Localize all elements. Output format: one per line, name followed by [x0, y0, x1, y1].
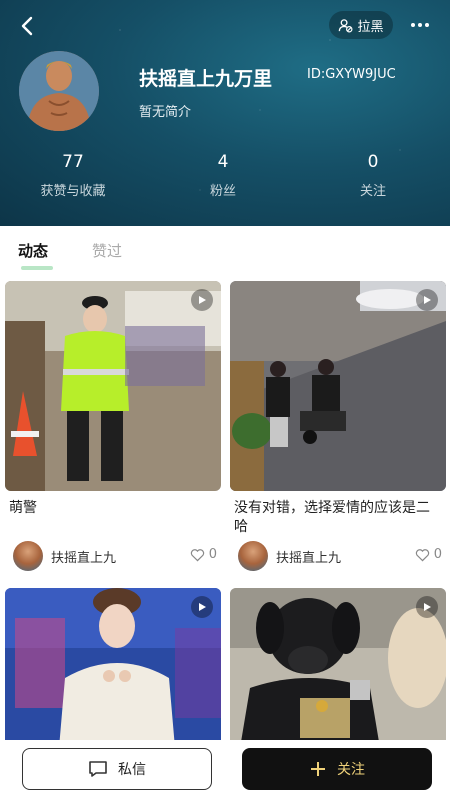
- bottom-action-bar: 私信 关注: [0, 740, 450, 800]
- stat-label: 获赞与收藏: [40, 184, 106, 199]
- private-message-button[interactable]: 私信: [22, 748, 212, 790]
- thumbnail-image: [5, 281, 221, 491]
- block-user-icon: [339, 18, 353, 32]
- stat-likes-collections[interactable]: 77 获赞与收藏: [18, 152, 128, 199]
- avatar-image: [19, 51, 99, 131]
- tab-posts[interactable]: 动态: [18, 240, 48, 261]
- post-title: 萌警: [9, 500, 37, 516]
- like-count: 0: [208, 547, 217, 562]
- like-count: 0: [433, 547, 442, 562]
- like-button[interactable]: 0: [190, 547, 217, 562]
- heart-icon: [190, 548, 204, 561]
- post-meta: 扶摇直上九 0: [13, 541, 217, 571]
- user-id: ID:GXYW9JUC: [307, 67, 396, 82]
- play-icon: [416, 596, 438, 618]
- follow-label: 关注: [337, 762, 365, 778]
- username: 扶摇直上九万里: [139, 68, 273, 90]
- post-meta: 扶摇直上九 0: [238, 541, 442, 571]
- author-name: 扶摇直上九: [51, 551, 117, 566]
- plus-icon: [311, 762, 325, 776]
- avatar[interactable]: [19, 51, 99, 131]
- follow-button[interactable]: 关注: [242, 748, 432, 790]
- thumbnail-image: [230, 281, 446, 491]
- back-button[interactable]: [14, 12, 42, 40]
- profile-header: 拉黑 扶摇直上九万里 ID:GXYW9JUC 暂无简介 77 获赞与收藏 4 粉…: [0, 0, 450, 226]
- post-card[interactable]: 没有对错，选择爱情的应该是二哈 扶摇直上九 0: [230, 281, 446, 571]
- more-button[interactable]: [404, 12, 436, 38]
- message-label: 私信: [118, 762, 146, 778]
- stat-value: 4: [217, 152, 229, 172]
- profile-page: 拉黑 扶摇直上九万里 ID:GXYW9JUC 暂无简介 77 获赞与收藏 4 粉…: [0, 0, 450, 800]
- tab-indicator: [21, 266, 53, 270]
- message-icon: [89, 761, 107, 777]
- user-bio: 暂无简介: [139, 105, 192, 120]
- stat-value: 77: [62, 152, 84, 172]
- stat-following[interactable]: 0 关注: [318, 152, 428, 199]
- play-icon: [191, 289, 213, 311]
- back-arrow-icon: [21, 16, 33, 36]
- post-title: 没有对错，选择爱情的应该是二哈: [234, 500, 430, 535]
- stat-followers[interactable]: 4 粉丝: [168, 152, 278, 199]
- author-name: 扶摇直上九: [276, 551, 342, 566]
- more-dots-icon: [411, 23, 415, 27]
- post-thumbnail[interactable]: [5, 281, 221, 491]
- author-avatar[interactable]: [13, 541, 43, 571]
- post-card[interactable]: 萌警 扶摇直上九 0: [5, 281, 221, 571]
- block-button[interactable]: 拉黑: [329, 11, 393, 39]
- like-button[interactable]: 0: [415, 547, 442, 562]
- block-label: 拉黑: [357, 19, 384, 35]
- author-avatar[interactable]: [238, 541, 268, 571]
- play-icon: [416, 289, 438, 311]
- post-thumbnail[interactable]: [230, 281, 446, 491]
- stat-value: 0: [367, 152, 379, 172]
- stat-label: 粉丝: [209, 184, 236, 199]
- tab-liked[interactable]: 赞过: [92, 240, 122, 261]
- play-icon: [191, 596, 213, 618]
- heart-icon: [415, 548, 429, 561]
- stat-label: 关注: [359, 184, 386, 199]
